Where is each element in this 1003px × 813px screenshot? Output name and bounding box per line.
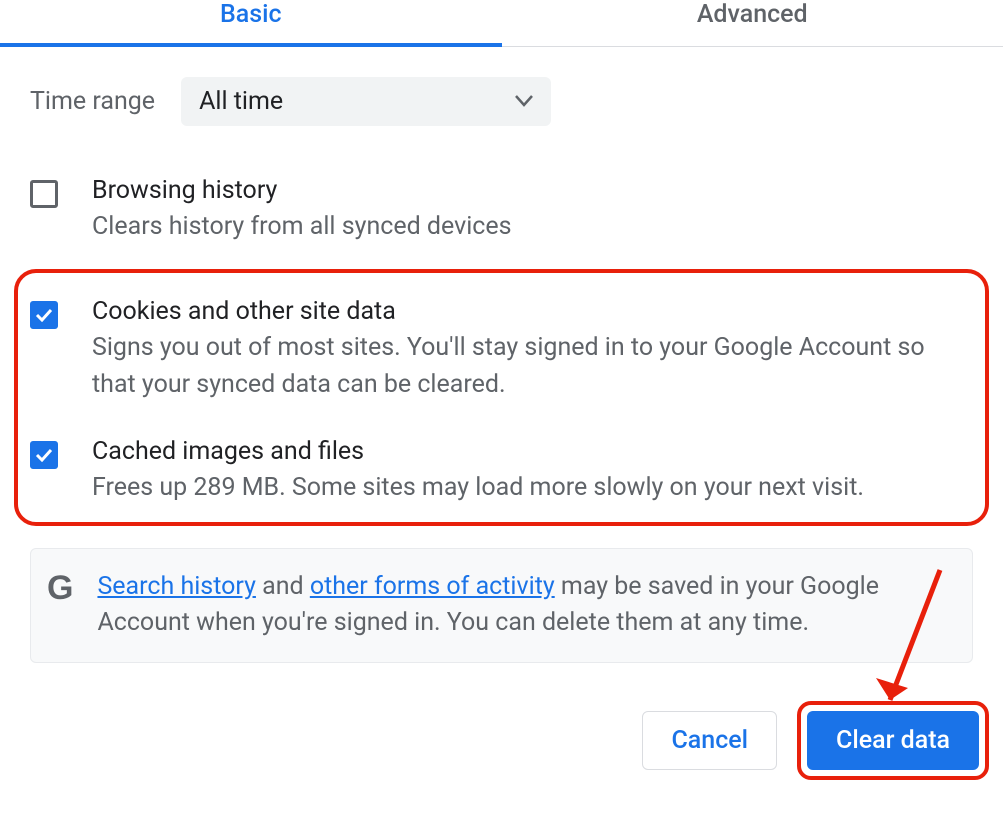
checkbox-cookies[interactable] <box>30 301 58 329</box>
option-desc: Frees up 289 MB. Some sites may load mor… <box>92 470 973 506</box>
option-title: Browsing history <box>92 176 973 205</box>
option-cache: Cached images and files Frees up 289 MB.… <box>30 427 973 520</box>
checkbox-browsing-history[interactable] <box>30 180 58 208</box>
time-range-value: All time <box>199 87 283 116</box>
option-desc: Clears history from all synced devices <box>92 209 973 245</box>
info-text-fragment: and <box>256 572 310 601</box>
option-desc: Signs you out of most sites. You'll stay… <box>92 330 973 403</box>
tab-basic[interactable]: Basic <box>0 0 502 47</box>
info-text: Search history and other forms of activi… <box>97 569 952 642</box>
link-other-activity[interactable]: other forms of activity <box>310 572 555 601</box>
option-cookies: Cookies and other site data Signs you ou… <box>30 287 973 427</box>
option-browsing-history: Browsing history Clears history from all… <box>30 166 973 269</box>
google-g-icon: G <box>47 571 73 605</box>
option-title: Cached images and files <box>92 437 973 466</box>
time-range-row: Time range All time <box>30 77 973 126</box>
annotation-highlight-box: Cookies and other site data Signs you ou… <box>14 269 989 526</box>
time-range-select[interactable]: All time <box>181 77 551 126</box>
annotation-arrow-icon <box>870 560 980 740</box>
info-box: G Search history and other forms of acti… <box>30 548 973 663</box>
cancel-button[interactable]: Cancel <box>642 711 777 770</box>
tabs: Basic Advanced <box>0 0 1003 47</box>
tab-advanced[interactable]: Advanced <box>502 0 1003 47</box>
chevron-down-icon <box>515 92 533 111</box>
dialog-buttons: Cancel Clear data <box>0 683 1003 794</box>
checkbox-cache[interactable] <box>30 441 58 469</box>
time-range-label: Time range <box>30 87 155 116</box>
link-search-history[interactable]: Search history <box>97 572 255 601</box>
option-title: Cookies and other site data <box>92 297 973 326</box>
